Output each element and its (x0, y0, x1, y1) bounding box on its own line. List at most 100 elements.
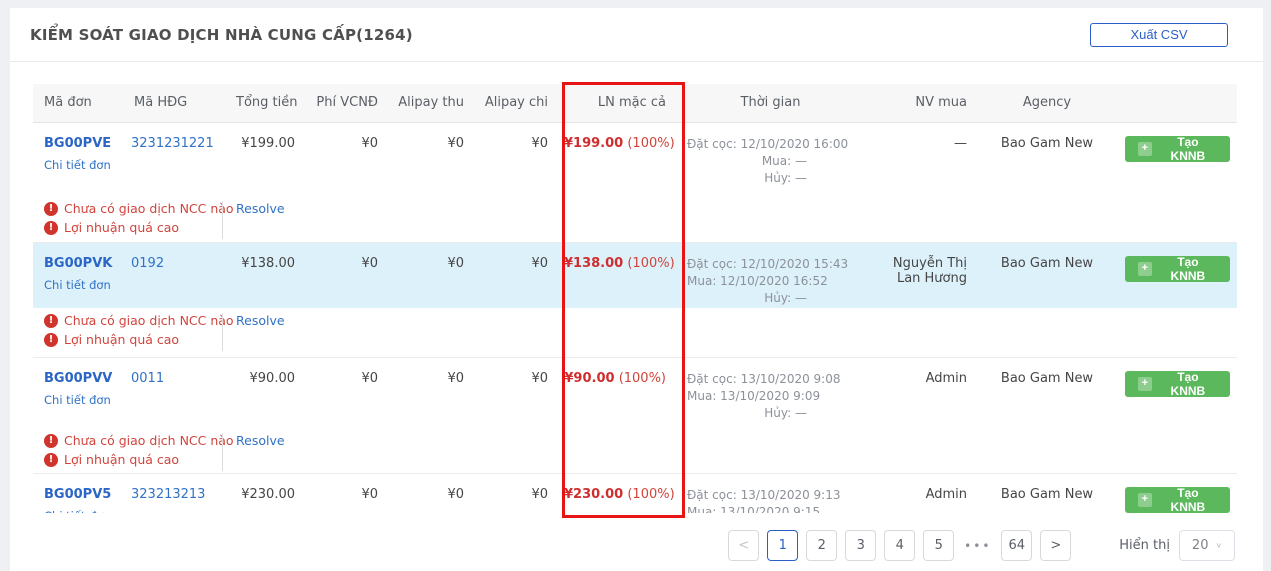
create-knnb-label: Tạo KNNB (1159, 255, 1217, 283)
order-detail-link[interactable]: Chi tiết đơn (44, 158, 115, 172)
time-cell: Đặt cọc: 13/10/2020 9:08 Mua: 13/10/2020… (679, 357, 862, 428)
time-cancel: Hủy: — (687, 405, 807, 422)
total-amount: ¥230.00 (228, 473, 303, 513)
pagination-next-button[interactable]: > (1040, 530, 1071, 561)
create-knnb-button[interactable]: + Tạo KNNB (1125, 487, 1230, 513)
warning-row: ! Chưa có giao dịch NCC nào ! Lợi nhuận … (33, 428, 1237, 473)
col-fee: Phí VCNĐ (303, 84, 386, 122)
agency-name: Bao Gam New (977, 357, 1117, 428)
time-deposit: Đặt cọc: 13/10/2020 9:08 (687, 371, 807, 388)
alipay-out-amount: ¥0 (472, 122, 556, 196)
order-code-link[interactable]: BG00PVE (44, 136, 115, 151)
contract-code-link[interactable]: 3231231221 (131, 136, 214, 151)
profit-cell: ¥90.00 (100%) (556, 357, 679, 428)
profit-amount: ¥199.00 (564, 136, 623, 151)
create-knnb-label: Tạo KNNB (1159, 486, 1217, 514)
profit-percent: (100%) (619, 371, 666, 386)
table-row: BG00PVE Chi tiết đơn 3231231221 ¥199.00 … (33, 122, 1237, 196)
alipay-out-amount: ¥0 (472, 357, 556, 428)
pagination-page-2[interactable]: 2 (806, 530, 837, 561)
pagination-prev-button[interactable]: < (728, 530, 759, 561)
pagination-page-last[interactable]: 64 (1001, 530, 1032, 561)
warning-row: ! Chưa có giao dịch NCC nào ! Lợi nhuận … (33, 196, 1237, 242)
pagination-ellipsis-icon[interactable]: ••• (962, 539, 993, 553)
warning-item: ! Chưa có giao dịch NCC nào (44, 313, 212, 328)
add-icon: + (1138, 493, 1152, 507)
alipay-out-amount: ¥0 (472, 473, 556, 513)
warning-icon: ! (44, 202, 58, 216)
time-deposit: Đặt cọc: 12/10/2020 15:43 (687, 256, 807, 273)
add-icon: + (1138, 262, 1152, 276)
col-alipay-in: Alipay thu (386, 84, 472, 122)
export-csv-button[interactable]: Xuất CSV (1090, 23, 1228, 47)
total-amount: ¥199.00 (228, 122, 303, 196)
fee-amount: ¥0 (303, 357, 386, 428)
time-deposit: Đặt cọc: 13/10/2020 9:13 (687, 487, 807, 504)
warning-text: Chưa có giao dịch NCC nào (64, 433, 234, 448)
warning-text: Lợi nhuận quá cao (64, 220, 179, 235)
buyer-name: — (862, 122, 977, 196)
pagination-page-3[interactable]: 3 (845, 530, 876, 561)
table-row: BG00PVK Chi tiết đơn 0192 ¥138.00 ¥0 ¥0 … (33, 242, 1237, 308)
time-buy: Mua: 12/10/2020 16:52 (687, 273, 807, 290)
create-knnb-button[interactable]: + Tạo KNNB (1125, 256, 1230, 282)
card-header: KIỂM SOÁT GIAO DỊCH NHÀ CUNG CẤP(1264) X… (10, 8, 1263, 62)
create-knnb-label: Tạo KNNB (1159, 370, 1217, 398)
warning-item: ! Chưa có giao dịch NCC nào (44, 201, 212, 216)
pagination-page-1[interactable]: 1 (767, 530, 798, 561)
contract-code-link[interactable]: 323213213 (131, 487, 205, 502)
agency-name: Bao Gam New (977, 122, 1117, 196)
warning-item: ! Lợi nhuận quá cao (44, 452, 212, 467)
page-title: KIỂM SOÁT GIAO DỊCH NHÀ CUNG CẤP(1264) (30, 26, 413, 44)
page-size-select[interactable]: 20 ∨ (1179, 530, 1235, 561)
col-contract: Mã HĐG (123, 84, 228, 122)
pagination-page-5[interactable]: 5 (923, 530, 954, 561)
warning-item: ! Lợi nhuận quá cao (44, 332, 212, 347)
order-code-link[interactable]: BG00PVK (44, 256, 115, 271)
fee-amount: ¥0 (303, 473, 386, 513)
time-cell: Đặt cọc: 12/10/2020 16:00 Mua: — Hủy: — (679, 122, 862, 196)
order-detail-link[interactable]: Chi tiết đơn (44, 278, 115, 292)
alipay-in-amount: ¥0 (386, 357, 472, 428)
time-deposit: Đặt cọc: 12/10/2020 16:00 (687, 136, 807, 153)
profit-amount: ¥138.00 (564, 256, 623, 271)
col-time: Thời gian (679, 84, 862, 122)
alipay-in-amount: ¥0 (386, 122, 472, 196)
profit-percent: (100%) (627, 136, 674, 151)
pagination-page-4[interactable]: 4 (884, 530, 915, 561)
create-knnb-button[interactable]: + Tạo KNNB (1125, 136, 1230, 162)
alipay-in-amount: ¥0 (386, 242, 472, 308)
col-profit: LN mặc cả (556, 84, 679, 122)
agency-name: Bao Gam New (977, 473, 1117, 513)
resolve-link[interactable]: Resolve (236, 201, 285, 216)
warning-icon: ! (44, 314, 58, 328)
warning-icon: ! (44, 453, 58, 467)
transactions-table: Mã đơn Mã HĐG Tổng tiền Phí VCNĐ Alipay … (33, 84, 1237, 513)
warning-item: ! Chưa có giao dịch NCC nào (44, 433, 212, 448)
table-row: BG00PV5 Chi tiết đơn 323213213 ¥230.00 ¥… (33, 473, 1237, 513)
table-header: Mã đơn Mã HĐG Tổng tiền Phí VCNĐ Alipay … (33, 84, 1237, 122)
order-detail-link[interactable]: Chi tiết đơn (44, 509, 115, 514)
order-code-link[interactable]: BG00PV5 (44, 487, 115, 502)
contract-code-link[interactable]: 0011 (131, 371, 164, 386)
profit-cell: ¥230.00 (100%) (556, 473, 679, 513)
transactions-table-wrap: Mã đơn Mã HĐG Tổng tiền Phí VCNĐ Alipay … (33, 84, 1237, 513)
pagination-bar: < 1 2 3 4 5 ••• 64 > Hiển thị 20 ∨ (10, 513, 1263, 561)
warning-text: Lợi nhuận quá cao (64, 452, 179, 467)
create-knnb-button[interactable]: + Tạo KNNB (1125, 371, 1230, 397)
page-size-label: Hiển thị (1119, 538, 1170, 553)
col-alipay-out: Alipay chi (472, 84, 556, 122)
warning-row: ! Chưa có giao dịch NCC nào ! Lợi nhuận … (33, 308, 1237, 357)
contract-code-link[interactable]: 0192 (131, 256, 164, 271)
order-detail-link[interactable]: Chi tiết đơn (44, 393, 115, 407)
warning-text: Lợi nhuận quá cao (64, 332, 179, 347)
fee-amount: ¥0 (303, 122, 386, 196)
resolve-link[interactable]: Resolve (236, 313, 285, 328)
alipay-in-amount: ¥0 (386, 473, 472, 513)
resolve-link[interactable]: Resolve (236, 433, 285, 448)
chevron-down-icon: ∨ (1215, 542, 1222, 550)
col-order: Mã đơn (33, 84, 123, 122)
order-code-link[interactable]: BG00PVV (44, 371, 115, 386)
total-amount: ¥138.00 (228, 242, 303, 308)
alipay-out-amount: ¥0 (472, 242, 556, 308)
